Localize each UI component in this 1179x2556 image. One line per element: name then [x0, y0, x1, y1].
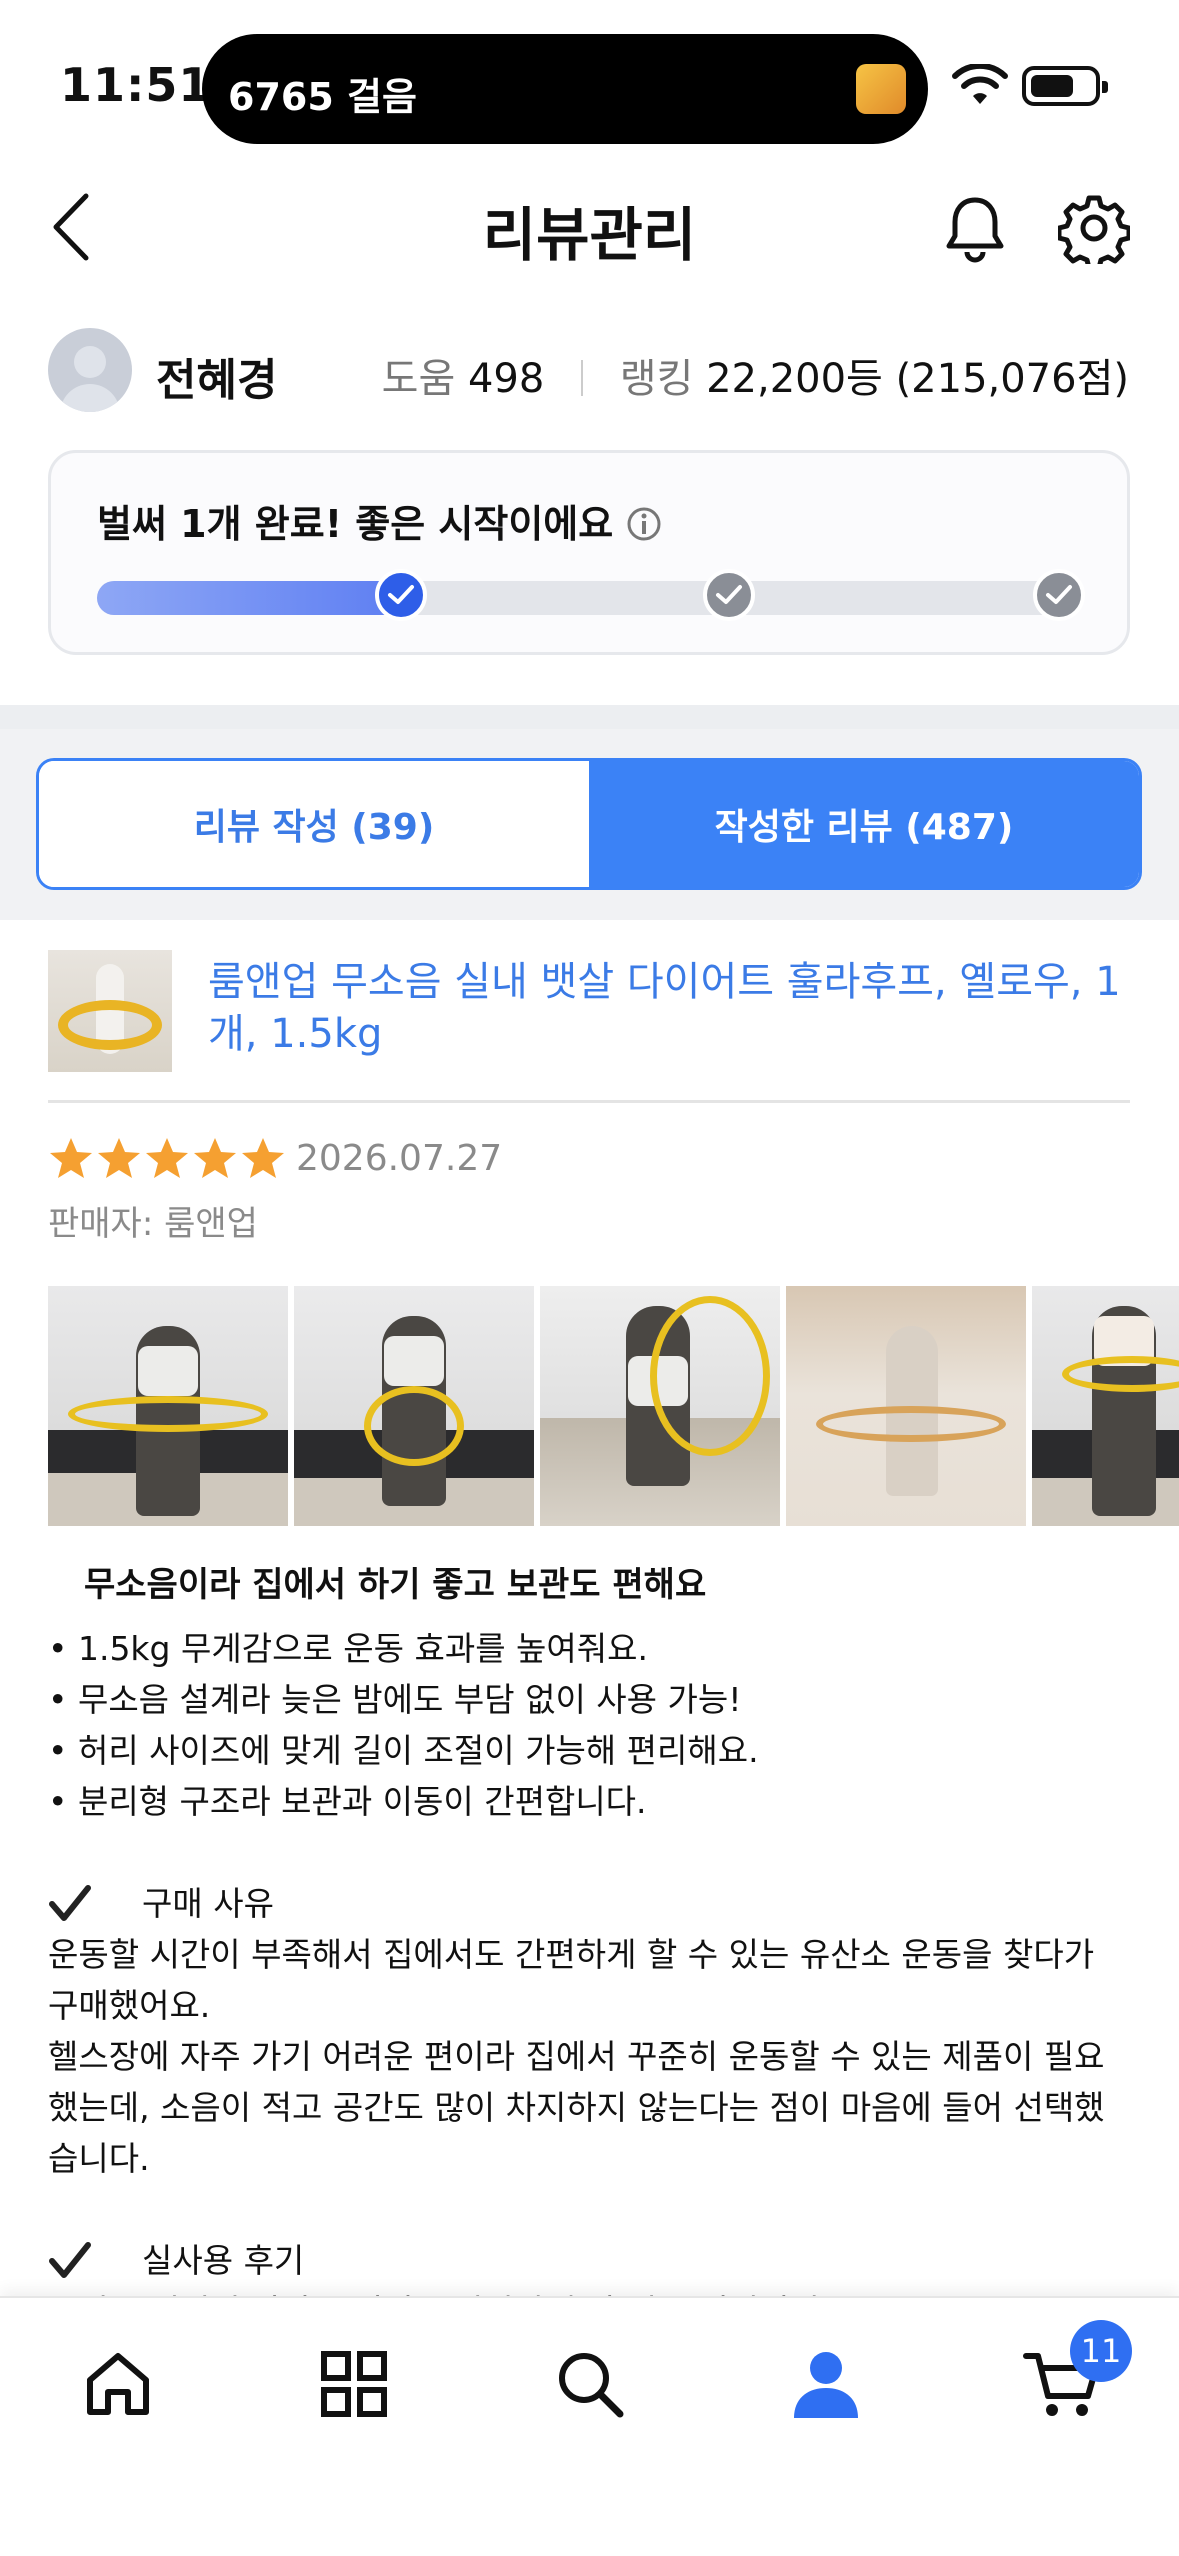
section-title: 구매 사유: [142, 1884, 274, 1923]
grid-icon[interactable]: [314, 2344, 394, 2424]
star-icon: [242, 1138, 284, 1178]
review-bullet: • 분리형 구조라 보관과 이동이 간편합니다.: [48, 1782, 647, 1821]
review-photo-4[interactable]: [786, 1286, 1026, 1526]
product-title[interactable]: 룸앤업 무소음 실내 뱃살 다이어트 훌라후프, 옐로우, 1개, 1.5kg: [208, 956, 1130, 1060]
status-time: 11:51: [60, 58, 212, 112]
review-bullet: • 1.5kg 무게감으로 운동 효과를 높여줘요.: [48, 1629, 648, 1668]
section-title: 실사용 후기: [142, 2241, 305, 2280]
app-icon: [856, 64, 906, 114]
star-icon: [98, 1138, 140, 1178]
review-photo-3[interactable]: [540, 1286, 780, 1526]
status-bar: 11:51 6765 걸음: [0, 0, 1179, 160]
star-icon: [194, 1138, 236, 1178]
help-count: 498: [467, 356, 545, 402]
star-icon: [50, 1138, 92, 1178]
bell-icon[interactable]: [940, 192, 1010, 264]
profile-row: 전혜경 도움 498 랭킹 22,200등 (215,076점): [0, 320, 1179, 420]
progress-message: 벌써 1개 완료! 좋은 시작이에요: [97, 493, 663, 548]
review-line: 운동할 시간이 부족해서 집에서도 간편하게 할 수 있는 유산소 운동을 찾다…: [48, 1935, 1095, 1974]
section-usage-review: 실사용 후기: [48, 2235, 1130, 2286]
cart-count-badge: 11: [1070, 2320, 1132, 2382]
person-icon[interactable]: [786, 2344, 866, 2424]
step-counter: 6765 걸음: [228, 75, 417, 119]
checkmark-icon: [49, 2241, 91, 2278]
rating-stars: [48, 1136, 288, 1182]
user-stats: 도움 498 랭킹 22,200등 (215,076점): [382, 346, 1129, 404]
ranking-value: 22,200등 (215,076점): [706, 356, 1129, 402]
avatar[interactable]: [48, 328, 132, 412]
wifi-icon: [952, 64, 1008, 104]
review-date: 2026.07.27: [296, 1138, 503, 1179]
review-photo-2[interactable]: [294, 1286, 534, 1526]
progress-track: [97, 569, 1085, 621]
stats-divider: [581, 360, 584, 396]
progress-message-text: 벌써 1개 완료! 좋은 시작이에요: [97, 502, 614, 546]
seller-name: 판매자: 룸앤업: [48, 1204, 258, 1244]
divider: [48, 1100, 1130, 1103]
bottom-nav: 11: [0, 2296, 1179, 2556]
review-line: 헬스장에 자주 가기 어려운 편이라 집에서 꾸준히 운동할 수 있는 제품이 …: [48, 2037, 1105, 2076]
checkmark-icon: [49, 1884, 91, 1921]
review-photos: [48, 1286, 1179, 1526]
review-line: 했는데, 소음이 적고 공간도 많이 차지하지 않는다는 점이 마음에 들어 선…: [48, 2088, 1105, 2127]
user-name: 전혜경: [156, 355, 278, 406]
search-icon[interactable]: [550, 2344, 630, 2424]
battery-icon: [1022, 66, 1108, 106]
review-headline: 무소음이라 집에서 하기 좋고 보관도 편해요: [84, 1565, 707, 1605]
home-icon[interactable]: [78, 2344, 158, 2424]
review-line: 습니다.: [48, 2139, 150, 2178]
review-bullet: • 허리 사이즈에 맞게 길이 조절이 가능해 편리해요.: [48, 1731, 759, 1770]
section-purchase-reason: 구매 사유: [48, 1878, 1130, 1929]
product-row[interactable]: 룸앤업 무소음 실내 뱃살 다이어트 훌라후프, 옐로우, 1개, 1.5kg: [48, 950, 1130, 1102]
star-icon: [146, 1138, 188, 1178]
review-photo-5[interactable]: [1032, 1286, 1179, 1526]
gear-icon[interactable]: [1058, 192, 1130, 264]
progress-fill: [97, 581, 423, 615]
help-label: 도움: [381, 356, 456, 402]
review-bullet: • 무소음 설계라 늦은 밤에도 부담 없이 사용 가능!: [48, 1680, 742, 1719]
progress-step-2-check-icon: [703, 569, 755, 621]
tab-written-reviews[interactable]: 작성한 리뷰 (487): [589, 761, 1139, 887]
progress-card: 벌써 1개 완료! 좋은 시작이에요: [48, 450, 1130, 655]
tab-write-review[interactable]: 리뷰 작성 (39): [39, 761, 589, 887]
review-tabs: 리뷰 작성 (39) 작성한 리뷰 (487): [36, 758, 1142, 890]
info-icon[interactable]: [625, 505, 663, 543]
ranking-label: 랭킹: [619, 356, 694, 402]
section-divider: [0, 705, 1179, 729]
top-bar: 리뷰관리: [0, 160, 1179, 290]
product-thumbnail[interactable]: [48, 950, 172, 1072]
review-line: 구매했어요.: [48, 1986, 211, 2025]
dynamic-island[interactable]: 6765 걸음: [202, 34, 928, 144]
progress-step-1-check-icon: [375, 569, 427, 621]
progress-step-3-check-icon: [1033, 569, 1085, 621]
review-body: 무소음이라 집에서 하기 좋고 보관도 편해요 • 1.5kg 무게감으로 운동…: [48, 1560, 1130, 2337]
review-photo-1[interactable]: [48, 1286, 288, 1526]
